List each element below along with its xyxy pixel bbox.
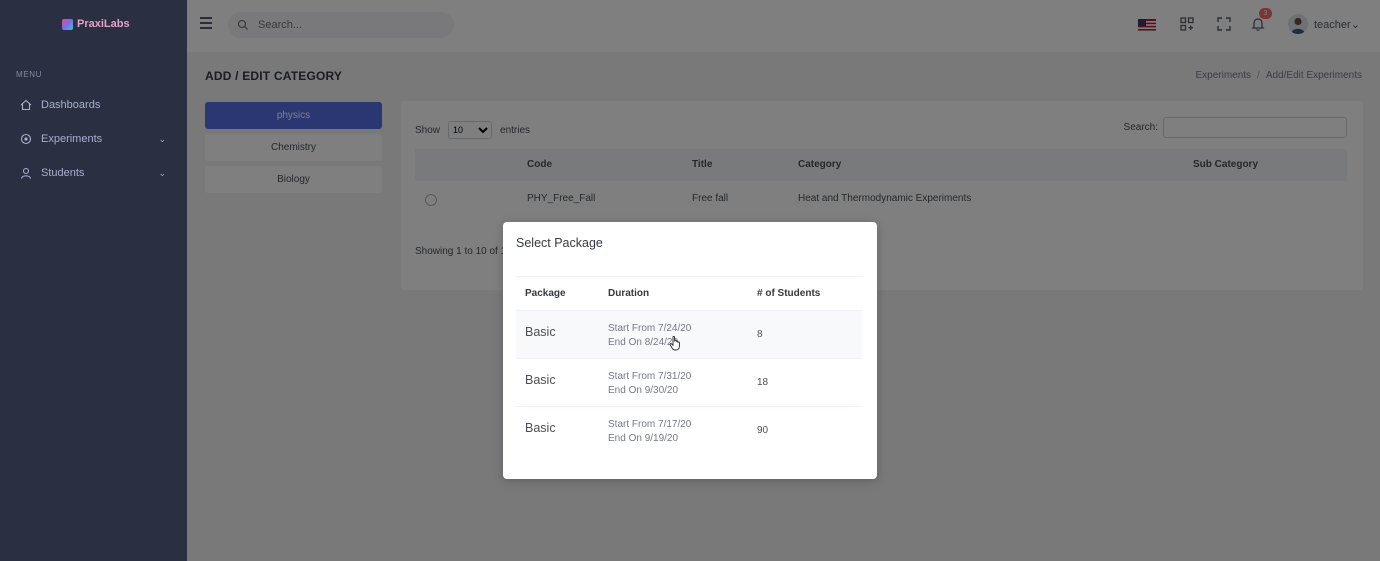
chevron-down-icon: ⌄ [158, 167, 166, 178]
brand-name: PraxiLabs [77, 18, 130, 30]
duration-start: Start From 7/31/20 [608, 371, 692, 382]
duration-start: Start From 7/24/20 [608, 323, 692, 334]
modal-title: Select Package [516, 236, 603, 250]
menu-title: MENU [16, 70, 42, 79]
package-duration: Start From 7/31/20 End On 9/30/20 [608, 370, 691, 398]
package-name: Basic [525, 421, 556, 435]
logo[interactable]: PraxiLabs [62, 18, 130, 30]
sidebar-item-label: Experiments [41, 133, 103, 145]
hand-cursor-icon [669, 336, 680, 351]
logo-icon [62, 18, 73, 30]
col-duration: Duration [608, 288, 650, 299]
package-name: Basic [525, 325, 556, 339]
student-count: 18 [757, 377, 769, 388]
sidebar-item-students[interactable]: Students ⌄ [19, 162, 169, 184]
col-package: Package [525, 288, 566, 299]
student-count: 8 [757, 329, 763, 340]
package-row[interactable]: Basic Start From 7/17/20 End On 9/19/20 … [516, 406, 862, 455]
sidebar-item-experiments[interactable]: Experiments ⌄ [19, 128, 169, 150]
sidebar-item-label: Students [41, 167, 85, 179]
student-count: 90 [757, 425, 769, 436]
user-icon [19, 167, 32, 180]
sidebar: PraxiLabs MENU Dashboards Experiments ⌄ … [0, 0, 187, 561]
package-row[interactable]: Basic Start From 7/24/20 End On 8/24/20 … [516, 310, 862, 359]
duration-end: End On 9/30/20 [608, 385, 679, 396]
flask-icon [19, 133, 32, 146]
sidebar-item-label: Dashboards [41, 99, 101, 111]
chevron-down-icon: ⌄ [158, 133, 166, 144]
col-students: # of Students [757, 288, 821, 299]
package-name: Basic [525, 373, 556, 387]
sidebar-item-dashboards[interactable]: Dashboards [19, 94, 169, 116]
package-row[interactable]: Basic Start From 7/31/20 End On 9/30/20 … [516, 358, 862, 407]
package-duration: Start From 7/17/20 End On 9/19/20 [608, 418, 691, 446]
select-package-modal: Select Package Package Duration # of Stu… [503, 222, 877, 479]
duration-end: End On 9/19/20 [608, 433, 679, 444]
duration-start: Start From 7/17/20 [608, 419, 692, 430]
divider [516, 276, 862, 277]
home-icon [19, 99, 32, 112]
